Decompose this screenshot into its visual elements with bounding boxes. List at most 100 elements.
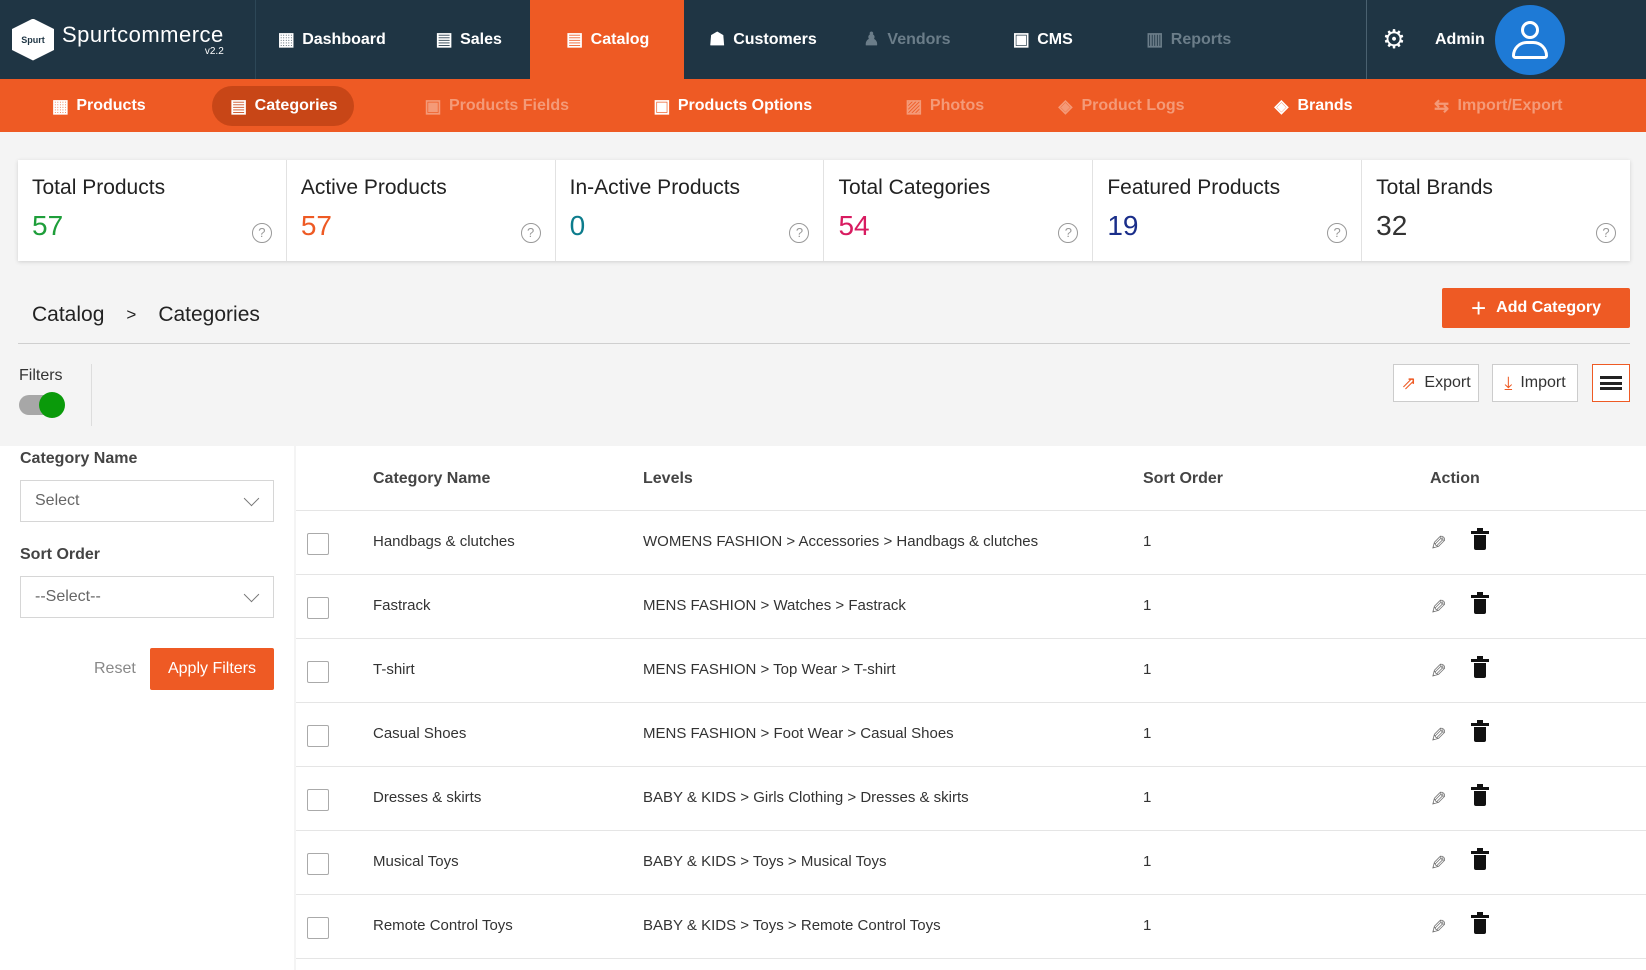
chart-icon: ▦ [277,29,295,49]
delete-icon[interactable] [1471,784,1489,806]
edit-icon[interactable]: ✎ [1430,531,1447,556]
clipboard-icon: ▤ [435,29,453,49]
header-category-name[interactable]: Category Name [373,470,490,488]
category-name-label: Category Name [20,450,138,467]
reset-button[interactable]: Reset [94,660,136,678]
edit-icon[interactable]: ✎ [1430,723,1447,748]
stat-total-categories: Total Categories 54 ? [824,160,1094,261]
nav-customers[interactable]: ☗ Customers [684,0,840,79]
main-nav: ▦ Dashboard ▤ Sales ▤ Catalog ☗ Customer… [256,0,1264,79]
breadcrumb-catalog[interactable]: Catalog [32,303,104,327]
subnav-product-logs[interactable]: ◈ Product Logs [1050,86,1190,126]
row-checkbox[interactable] [307,917,329,939]
admin-name[interactable]: Admin [1435,31,1485,49]
nav-dashboard[interactable]: ▦ Dashboard [256,0,406,79]
subnav-categories[interactable]: ▤ Categories [212,86,354,126]
subnav-photos[interactable]: ▨ Photos [888,86,1000,126]
user-head-icon [1520,20,1539,39]
export-button[interactable]: ⇗ Export [1393,364,1479,402]
user-area: ⚙ Admin [1366,0,1646,79]
nav-label: CMS [1037,30,1073,48]
download-icon: ⤓ [1504,372,1513,393]
row-checkbox[interactable] [307,789,329,811]
subnav-label: Products Options [677,97,813,114]
products-icon: ▦ [51,95,69,116]
row-checkbox[interactable] [307,853,329,875]
breadcrumb: Catalog > Categories [32,303,260,327]
row-checkbox[interactable] [307,597,329,619]
edit-icon[interactable]: ✎ [1430,595,1447,620]
header-levels[interactable]: Levels [643,470,693,488]
row-levels: WOMENS FASHION > Accessories > Handbags … [643,533,1039,550]
apply-filters-button[interactable]: Apply Filters [150,648,274,690]
table-row: Handbags & clutches WOMENS FASHION > Acc… [296,511,1646,575]
row-name: T-shirt [373,661,415,678]
filters-toggle[interactable] [19,392,65,418]
help-icon[interactable]: ? [1327,223,1348,243]
delete-icon[interactable] [1471,848,1489,870]
nav-vendors[interactable]: ♟ Vendors [840,0,972,79]
export-label: Export [1424,374,1471,391]
stat-total-brands: Total Brands 32 ? [1362,160,1630,261]
edit-icon[interactable]: ✎ [1430,915,1447,940]
help-icon[interactable]: ? [520,223,541,243]
subnav-products-options[interactable]: ▣ Products Options [646,86,818,126]
subnav-products-fields[interactable]: ▣ Products Fields [416,86,576,126]
edit-icon[interactable]: ✎ [1430,851,1447,876]
edit-icon[interactable]: ✎ [1430,787,1447,812]
add-category-button[interactable]: + Add Category [1442,288,1630,328]
gear-icon[interactable]: ⚙ [1379,24,1409,55]
delete-icon[interactable] [1471,656,1489,678]
stat-label: Total Products [32,176,166,199]
brand-name: Spurtcommerce [62,22,224,47]
subnav-import-export[interactable]: ⇆ Import/Export [1428,86,1566,126]
delete-icon[interactable] [1471,592,1489,614]
delete-icon[interactable] [1471,720,1489,742]
filters-label: Filters [19,367,63,384]
table-row: Dresses & skirts BABY & KIDS > Girls Clo… [296,767,1646,831]
chevron-down-icon [243,586,260,603]
subnav-label: Product Logs [1081,97,1185,114]
stat-active-products: Active Products 57 ? [287,160,556,261]
table-row: Casual Shoes MENS FASHION > Foot Wear > … [296,703,1646,767]
nav-cms[interactable]: ▣ CMS [972,0,1112,79]
subnav-products[interactable]: ▦ Products [40,86,156,126]
nav-catalog[interactable]: ▤ Catalog [530,0,684,79]
row-sort: 1 [1143,725,1152,742]
select-value: Select [35,492,80,509]
catalog-subnav: ▦ Products ▤ Categories ▣ Products Field… [0,79,1646,132]
row-checkbox[interactable] [307,725,329,747]
import-export-icon: ⇆ [1434,95,1450,116]
row-checkbox[interactable] [307,533,329,555]
nav-label: Customers [733,30,817,48]
brand-logo[interactable]: Spurt Spurtcommerce v2.2 [0,0,256,79]
column-menu-button[interactable] [1592,364,1630,402]
stat-label: Total Brands [1376,176,1493,199]
nav-reports[interactable]: ▥ Reports [1112,0,1264,79]
row-checkbox[interactable] [307,661,329,683]
delete-icon[interactable] [1471,528,1489,550]
top-navbar: Spurt Spurtcommerce v2.2 ▦ Dashboard ▤ S… [0,0,1646,79]
header-sort-order[interactable]: Sort Order [1143,470,1223,488]
stat-value: 32 [1376,210,1408,241]
subnav-brands[interactable]: ◈ Brands [1262,86,1362,126]
row-name: Musical Toys [373,853,459,870]
import-button[interactable]: ⤓ Import [1492,364,1578,402]
category-name-select[interactable]: Select [20,480,274,522]
stat-value: 57 [300,210,332,241]
stat-label: Active Products [300,176,447,199]
table-row: T-shirt MENS FASHION > Top Wear > T-shir… [296,639,1646,703]
row-levels: BABY & KIDS > Girls Clothing > Dresses &… [643,789,969,806]
sort-order-select[interactable]: --Select-- [20,576,274,618]
stat-value: 19 [1107,210,1139,241]
breadcrumb-current: Categories [158,303,260,326]
stat-value: 0 [569,210,586,241]
avatar[interactable] [1494,4,1565,75]
help-icon[interactable]: ? [251,223,272,243]
help-icon[interactable]: ? [1595,223,1616,243]
brands-icon: ◈ [1274,95,1289,116]
edit-icon[interactable]: ✎ [1430,659,1447,684]
delete-icon[interactable] [1471,912,1489,934]
table-row: Fastrack MENS FASHION > Watches > Fastra… [296,575,1646,639]
nav-sales[interactable]: ▤ Sales [406,0,530,79]
